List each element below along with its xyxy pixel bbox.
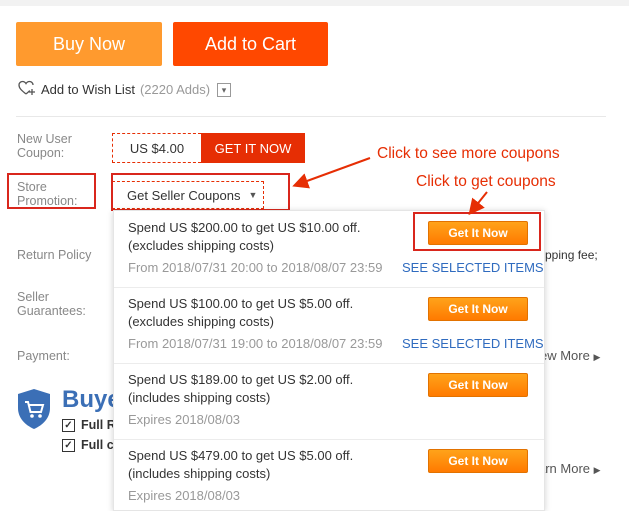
arrow-to-get-button xyxy=(468,191,488,216)
arrow-to-dropdown xyxy=(292,157,371,189)
annotation-arrows xyxy=(292,157,488,216)
